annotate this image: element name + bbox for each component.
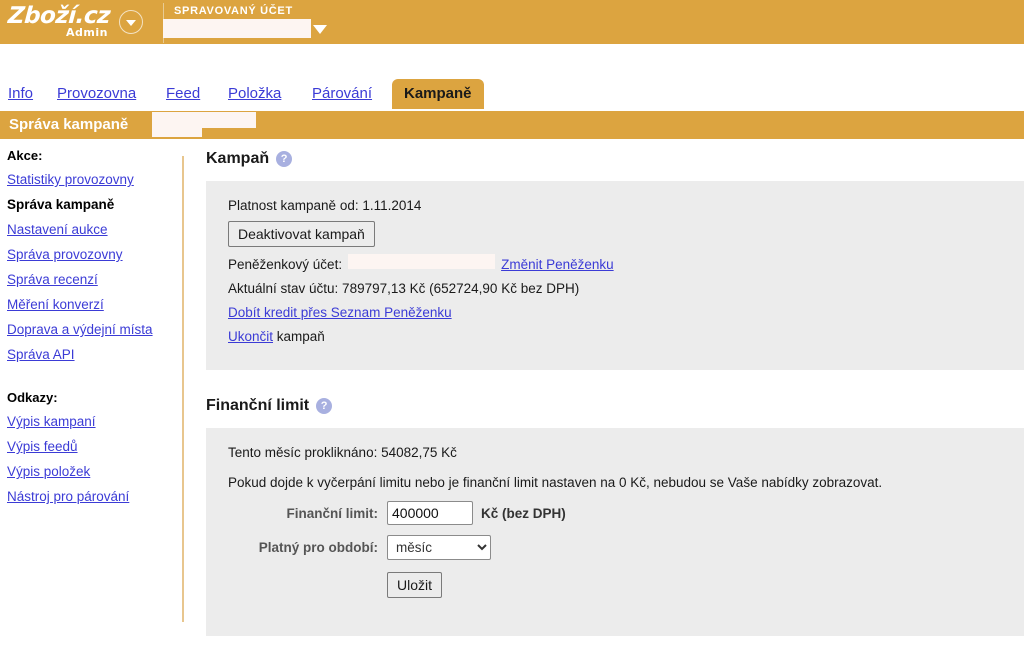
chevron-down-circle-icon[interactable] bbox=[119, 10, 143, 34]
managed-account-select[interactable] bbox=[163, 19, 311, 38]
change-wallet-link[interactable]: Změnit Peněženku bbox=[501, 256, 614, 273]
sidebar-item-vypis-polozek[interactable]: Výpis položek bbox=[7, 464, 90, 479]
sidebar-item-doprava-a-vydejni-mista[interactable]: Doprava a výdejní místa bbox=[7, 322, 153, 337]
tab-info[interactable]: Info bbox=[8, 79, 33, 102]
sidebar: Akce: Statistiky provozovny Správa kampa… bbox=[0, 148, 182, 514]
deactivate-campaign-button[interactable]: Deaktivovat kampaň bbox=[228, 221, 375, 247]
wallet-account-value-redacted bbox=[348, 254, 496, 269]
sidebar-item-mereni-konverzi[interactable]: Měření konverzí bbox=[7, 297, 104, 312]
campaign-title-text: Kampaň bbox=[206, 150, 270, 167]
sidebar-item-sprava-kampane: Správa kampaně bbox=[7, 197, 115, 212]
financial-section-title: Finanční limit ? bbox=[206, 397, 1024, 415]
campaign-section-title: Kampaň ? bbox=[206, 150, 1024, 168]
help-icon[interactable]: ? bbox=[276, 151, 293, 167]
sidebar-item-statistiky-provozovny[interactable]: Statistiky provozovny bbox=[7, 172, 134, 187]
campaign-panel: Platnost kampaně od: 1.11.2014 Deaktivov… bbox=[206, 181, 1024, 370]
save-row: Uložit bbox=[228, 572, 1024, 598]
tab-provozovna[interactable]: Provozovna bbox=[57, 79, 136, 102]
save-button[interactable]: Uložit bbox=[387, 572, 443, 598]
zbozi-admin-logo[interactable]: Zboží.cz Admin bbox=[7, 2, 130, 42]
sidebar-item-vypis-feedu[interactable]: Výpis feedů bbox=[7, 439, 78, 454]
tab-kampane[interactable]: Kampaně bbox=[392, 79, 484, 109]
page-title: Správa kampaně bbox=[9, 116, 129, 133]
financial-limit-field-row: Finanční limit: Kč (bez DPH) bbox=[228, 501, 1024, 525]
campaign-validity: Platnost kampaně od: 1.11.2014 bbox=[228, 198, 422, 213]
financial-limit-input[interactable] bbox=[387, 501, 473, 525]
account-balance: Aktuální stav účtu: 789797,13 Kč (652724… bbox=[228, 281, 580, 296]
tab-polozka[interactable]: Položka bbox=[228, 79, 281, 102]
logo-subtitle: Admin bbox=[66, 26, 108, 39]
end-campaign-row: Ukončit kampaň bbox=[228, 328, 1024, 345]
sidebar-divider bbox=[182, 156, 184, 622]
tab-parovani[interactable]: Párování bbox=[312, 79, 372, 102]
clicked-this-month: Tento měsíc prokliknáno: 54082,75 Kč bbox=[228, 445, 457, 460]
financial-limit-unit: Kč (bez DPH) bbox=[481, 505, 566, 521]
end-campaign-suffix: kampaň bbox=[273, 329, 325, 344]
period-label: Platný pro období: bbox=[258, 540, 378, 555]
main-content: Kampaň ? Platnost kampaně od: 1.11.2014 … bbox=[206, 150, 1024, 636]
period-select[interactable]: měsíc bbox=[387, 535, 491, 560]
sidebar-item-sprava-recenzi[interactable]: Správa recenzí bbox=[7, 272, 98, 287]
end-campaign-link[interactable]: Ukončit bbox=[228, 329, 273, 344]
sidebar-item-nastaveni-aukce[interactable]: Nastavení aukce bbox=[7, 222, 108, 237]
help-icon[interactable]: ? bbox=[316, 398, 333, 414]
sidebar-item-sprava-api[interactable]: Správa API bbox=[7, 347, 75, 362]
sidebar-actions-heading: Akce: bbox=[7, 148, 43, 163]
topup-credit-row: Dobít kredit přes Seznam Peněženku bbox=[228, 304, 1024, 321]
tab-feed[interactable]: Feed bbox=[166, 79, 200, 102]
limit-warning-text: Pokud dojde k vyčerpání limitu nebo je f… bbox=[228, 475, 883, 490]
sidebar-links-heading: Odkazy: bbox=[7, 390, 58, 405]
sidebar-item-vypis-kampani[interactable]: Výpis kampaní bbox=[7, 414, 96, 429]
redacted-region bbox=[152, 112, 256, 128]
financial-panel: Tento měsíc prokliknáno: 54082,75 Kč Pok… bbox=[206, 428, 1024, 636]
managed-account-label: SPRAVOVANÝ ÚČET bbox=[174, 5, 293, 17]
chevron-down-icon[interactable] bbox=[313, 25, 327, 34]
topup-credit-link[interactable]: Dobít kredit přes Seznam Peněženku bbox=[228, 305, 452, 320]
top-header-bar: Zboží.cz Admin SPRAVOVANÝ ÚČET bbox=[0, 0, 1024, 44]
period-field-row: Platný pro období: měsíc bbox=[228, 535, 1024, 560]
wallet-account-label: Peněženkový účet: bbox=[228, 257, 343, 272]
financial-title-text: Finanční limit bbox=[206, 397, 310, 414]
financial-limit-label: Finanční limit: bbox=[286, 505, 378, 521]
sidebar-item-sprava-provozovny[interactable]: Správa provozovny bbox=[7, 247, 123, 262]
primary-tab-bar: Info Provozovna Feed Položka Párování Ka… bbox=[0, 79, 1024, 109]
sidebar-item-nastroj-pro-parovani[interactable]: Nástroj pro párování bbox=[7, 489, 129, 504]
wallet-account-row: Peněženkový účet: Změnit Peněženku bbox=[228, 254, 1024, 273]
deactivate-campaign-row: Deaktivovat kampaň bbox=[228, 221, 1024, 247]
